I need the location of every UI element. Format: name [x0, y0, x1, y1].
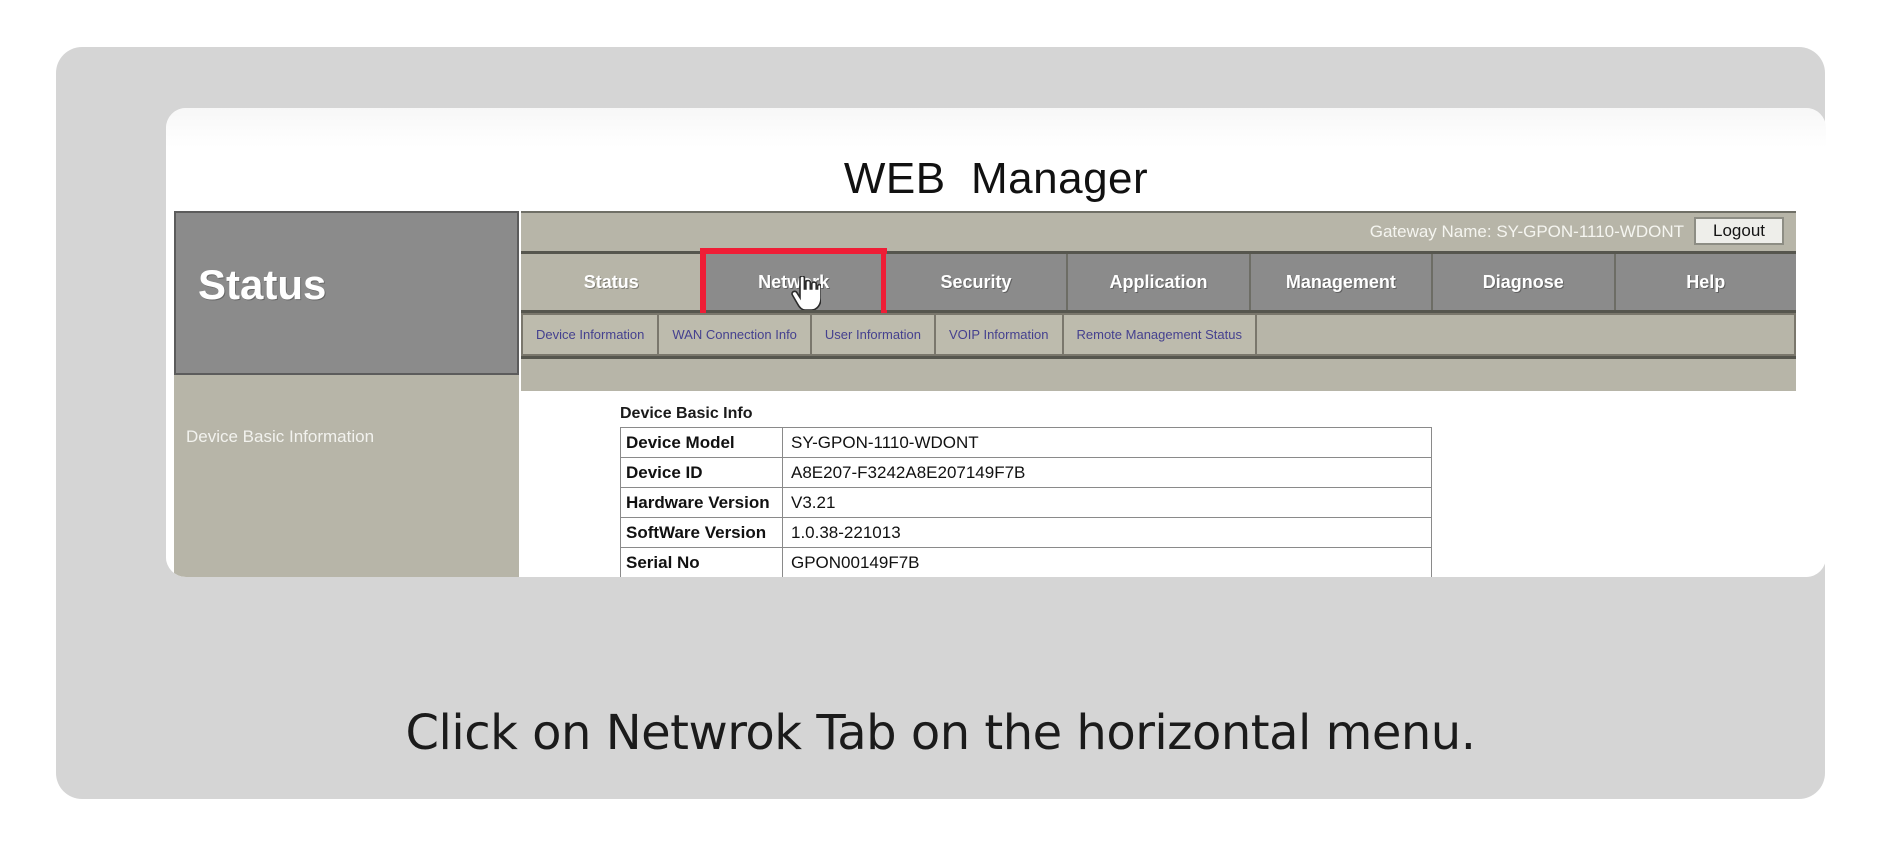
right-column: Gateway Name: SY-GPON-1110-WDONT Logout …: [521, 211, 1796, 577]
tab-label: Status: [583, 271, 639, 292]
row-value: GPON00149F7B: [782, 547, 1432, 577]
table-row: Device ID A8E207-F3242A8E207149F7B: [620, 457, 1432, 488]
table-row: Hardware Version V3.21: [620, 487, 1432, 518]
submenu-item-wan-connection-info[interactable]: WAN Connection Info: [659, 313, 812, 356]
table-row: Device Model SY-GPON-1110-WDONT: [620, 427, 1432, 458]
gateway-bar: Gateway Name: SY-GPON-1110-WDONT Logout: [521, 211, 1796, 251]
submenu-empty-cell: [1256, 313, 1796, 356]
submenu-navigation: Device Information WAN Connection Info Use…: [521, 313, 1796, 359]
tab-network[interactable]: Network: [700, 248, 888, 319]
table-row: Serial No GPON00149F7B: [620, 547, 1432, 577]
row-label: Serial No: [620, 547, 783, 577]
row-label: Device Model: [620, 427, 783, 458]
content-top-strip: [521, 359, 1796, 391]
submenu-item-remote-management-status[interactable]: Remote Management Status: [1063, 313, 1257, 356]
tab-label: Management: [1285, 271, 1396, 292]
instruction-caption: Click on Netwrok Tab on the horizontal m…: [405, 705, 1476, 761]
row-label: Hardware Version: [620, 487, 783, 518]
tab-management[interactable]: Management: [1250, 254, 1434, 310]
browser-card: WEB Manager Status Device Basic Informat…: [166, 108, 1826, 577]
row-value: V3.21: [782, 487, 1432, 518]
row-value: 1.0.38-221013: [782, 517, 1432, 548]
sidebar-heading: Status: [198, 261, 327, 308]
submenu-item-voip-information[interactable]: VOIP Information: [936, 313, 1064, 356]
tab-status[interactable]: Status: [521, 254, 704, 310]
tab-label: Security: [940, 271, 1012, 292]
page-title: WEB Manager: [843, 154, 1149, 203]
sidebar: Device Basic Information: [174, 375, 519, 577]
row-value: SY-GPON-1110-WDONT: [782, 427, 1432, 458]
tab-label: Help: [1686, 271, 1726, 292]
table-row: SoftWare Version 1.0.38-221013: [620, 517, 1432, 548]
browser-card-background: WEB Manager Status Device Basic Informat…: [166, 108, 1826, 577]
submenu-item-user-information[interactable]: User Information: [811, 313, 937, 356]
row-label: SoftWare Version: [620, 517, 783, 548]
tab-help[interactable]: Help: [1615, 254, 1796, 310]
content-area: Device Basic Info Device Model SY-GPON-11…: [521, 391, 1796, 577]
tab-application[interactable]: Application: [1068, 254, 1251, 310]
row-label: Device ID: [620, 457, 783, 488]
tab-label: Network: [758, 271, 830, 292]
device-info-table: Device Model SY-GPON-1110-WDONT Device ID A…: [620, 427, 1432, 577]
tab-label: Diagnose: [1482, 271, 1564, 292]
tab-security[interactable]: Security: [885, 254, 1069, 310]
submenu-item-device-information[interactable]: Device Information: [521, 313, 660, 356]
table-heading: Device Basic Info: [620, 405, 753, 422]
row-value: A8E207-F3242A8E207149F7B: [782, 457, 1432, 488]
tab-diagnose[interactable]: Diagnose: [1433, 254, 1616, 310]
logout-button[interactable]: Logout: [1694, 217, 1784, 245]
router-admin-ui: Status Device Basic Information Gateway …: [174, 211, 1796, 577]
status-heading-panel: Status: [174, 211, 519, 375]
sidebar-item-device-basic-information[interactable]: Device Basic Information: [186, 427, 506, 447]
gateway-name-label: Gateway Name: SY-GPON-1110-WDONT: [1369, 222, 1684, 241]
tab-label: Application: [1109, 271, 1208, 292]
main-navigation-tabs: Status Network Security Application Manageme…: [521, 248, 1796, 319]
outer-panel: WEB Manager Status Device Basic Informat…: [56, 47, 1826, 799]
